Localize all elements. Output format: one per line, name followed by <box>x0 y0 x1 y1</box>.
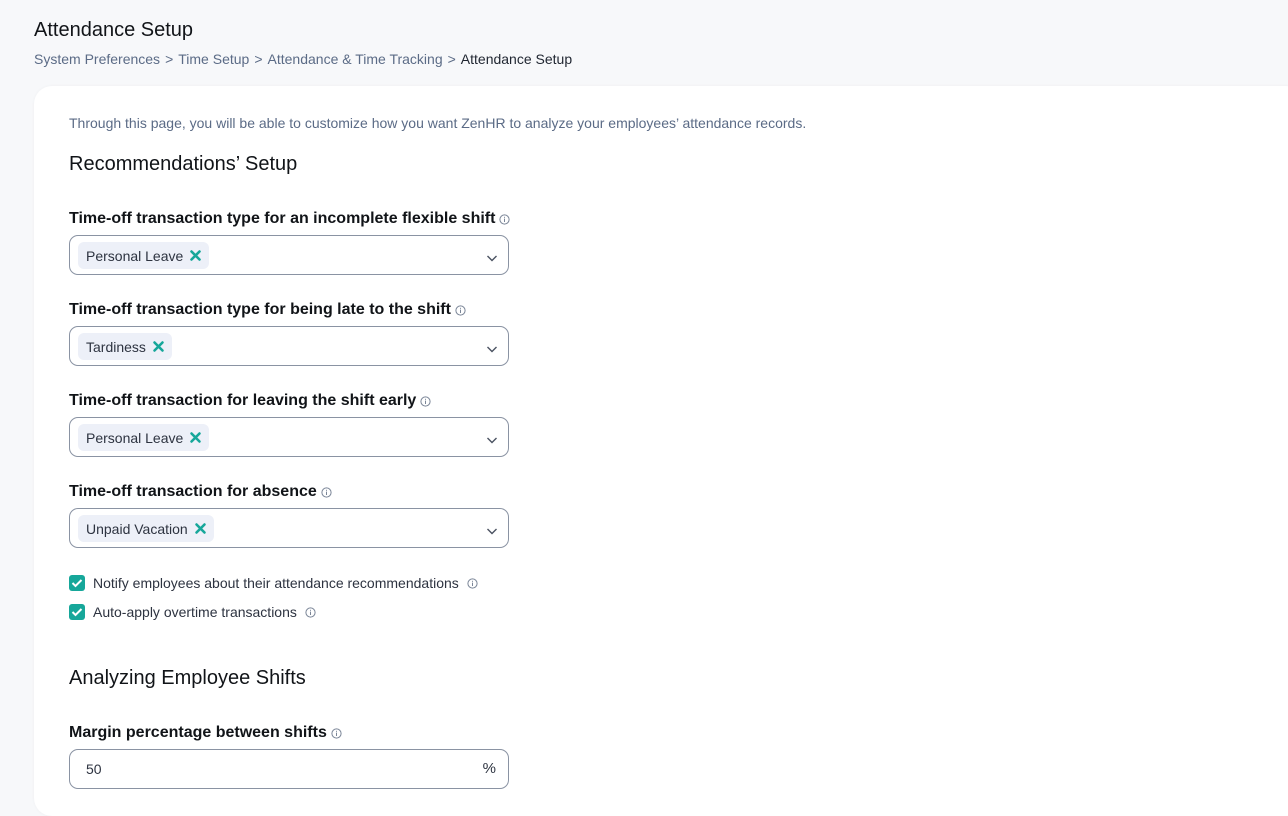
info-icon[interactable] <box>420 395 431 407</box>
select-absence[interactable]: Unpaid Vacation <box>69 508 509 548</box>
chip-label: Personal Leave <box>86 429 184 446</box>
checkbox-row-notify-employees: Notify employees about their attendance … <box>69 575 478 591</box>
field-label-late-to-shift: Time-off transaction type for being late… <box>69 301 466 319</box>
selected-chip: Unpaid Vacation <box>78 515 214 542</box>
margin-percentage-value: 50 <box>86 761 102 777</box>
intro-text: Through this page, you will be able to c… <box>69 115 807 131</box>
page-header: Attendance Setup System Preferences > Ti… <box>34 17 572 67</box>
breadcrumb-item-system-preferences[interactable]: System Preferences <box>34 51 160 67</box>
checkbox-row-auto-apply-overtime: Auto-apply overtime transactions <box>69 604 316 620</box>
breadcrumb-separator: > <box>165 51 174 67</box>
select-leaving-early[interactable]: Personal Leave <box>69 417 509 457</box>
field-label-leaving-early: Time-off transaction for leaving the shi… <box>69 392 431 410</box>
breadcrumb-separator: > <box>254 51 263 67</box>
notify-employees-checkbox[interactable] <box>69 575 85 591</box>
checkbox-label: Auto-apply overtime transactions <box>93 604 297 620</box>
chevron-down-icon[interactable] <box>486 341 498 353</box>
remove-chip-icon[interactable] <box>189 431 202 444</box>
selected-chip: Tardiness <box>78 333 172 360</box>
field-label-incomplete-flexible-shift: Time-off transaction type for an incompl… <box>69 210 511 228</box>
field-label-text: Time-off transaction type for being late… <box>69 301 451 318</box>
field-label-text: Time-off transaction for leaving the shi… <box>69 392 417 409</box>
chevron-down-icon[interactable] <box>486 523 498 535</box>
chip-label: Tardiness <box>86 338 146 355</box>
breadcrumb-item-attendance-time-tracking[interactable]: Attendance & Time Tracking <box>268 51 443 67</box>
breadcrumb-item-time-setup[interactable]: Time Setup <box>178 51 249 67</box>
info-icon[interactable] <box>499 213 511 225</box>
info-icon[interactable] <box>455 304 466 316</box>
percent-suffix: % <box>482 760 496 777</box>
breadcrumb-item-current: Attendance Setup <box>460 51 573 67</box>
info-icon[interactable] <box>321 486 332 498</box>
breadcrumb: System Preferences > Time Setup > Attend… <box>34 51 572 67</box>
remove-chip-icon[interactable] <box>152 340 165 353</box>
select-incomplete-flexible-shift[interactable]: Personal Leave <box>69 235 509 275</box>
remove-chip-icon[interactable] <box>189 249 202 262</box>
field-label-text: Time-off transaction for absence <box>69 483 317 500</box>
settings-card: Through this page, you will be able to c… <box>34 86 1288 816</box>
field-label-margin-percentage: Margin percentage between shifts <box>69 724 342 742</box>
recommendations-section-title: Recommendations’ Setup <box>69 153 298 175</box>
select-late-to-shift[interactable]: Tardiness <box>69 326 509 366</box>
chip-label: Personal Leave <box>86 247 184 264</box>
field-label-text: Time-off transaction type for an incompl… <box>69 210 496 227</box>
chevron-down-icon[interactable] <box>486 432 498 444</box>
page-title: Attendance Setup <box>34 19 194 41</box>
selected-chip: Personal Leave <box>78 242 210 269</box>
checkbox-label: Notify employees about their attendance … <box>93 575 459 591</box>
chevron-down-icon[interactable] <box>486 250 498 262</box>
auto-apply-overtime-checkbox[interactable] <box>69 604 85 620</box>
remove-chip-icon[interactable] <box>194 522 207 535</box>
shifts-section-title: Analyzing Employee Shifts <box>69 667 306 689</box>
field-label-text: Margin percentage between shifts <box>69 724 327 741</box>
chip-label: Unpaid Vacation <box>86 520 188 537</box>
info-icon[interactable] <box>305 606 316 618</box>
selected-chip: Personal Leave <box>78 424 210 451</box>
field-label-absence: Time-off transaction for absence <box>69 483 332 501</box>
info-icon[interactable] <box>467 577 478 589</box>
margin-percentage-input[interactable]: 50 % <box>69 749 509 789</box>
breadcrumb-separator: > <box>447 51 456 67</box>
info-icon[interactable] <box>331 727 342 739</box>
